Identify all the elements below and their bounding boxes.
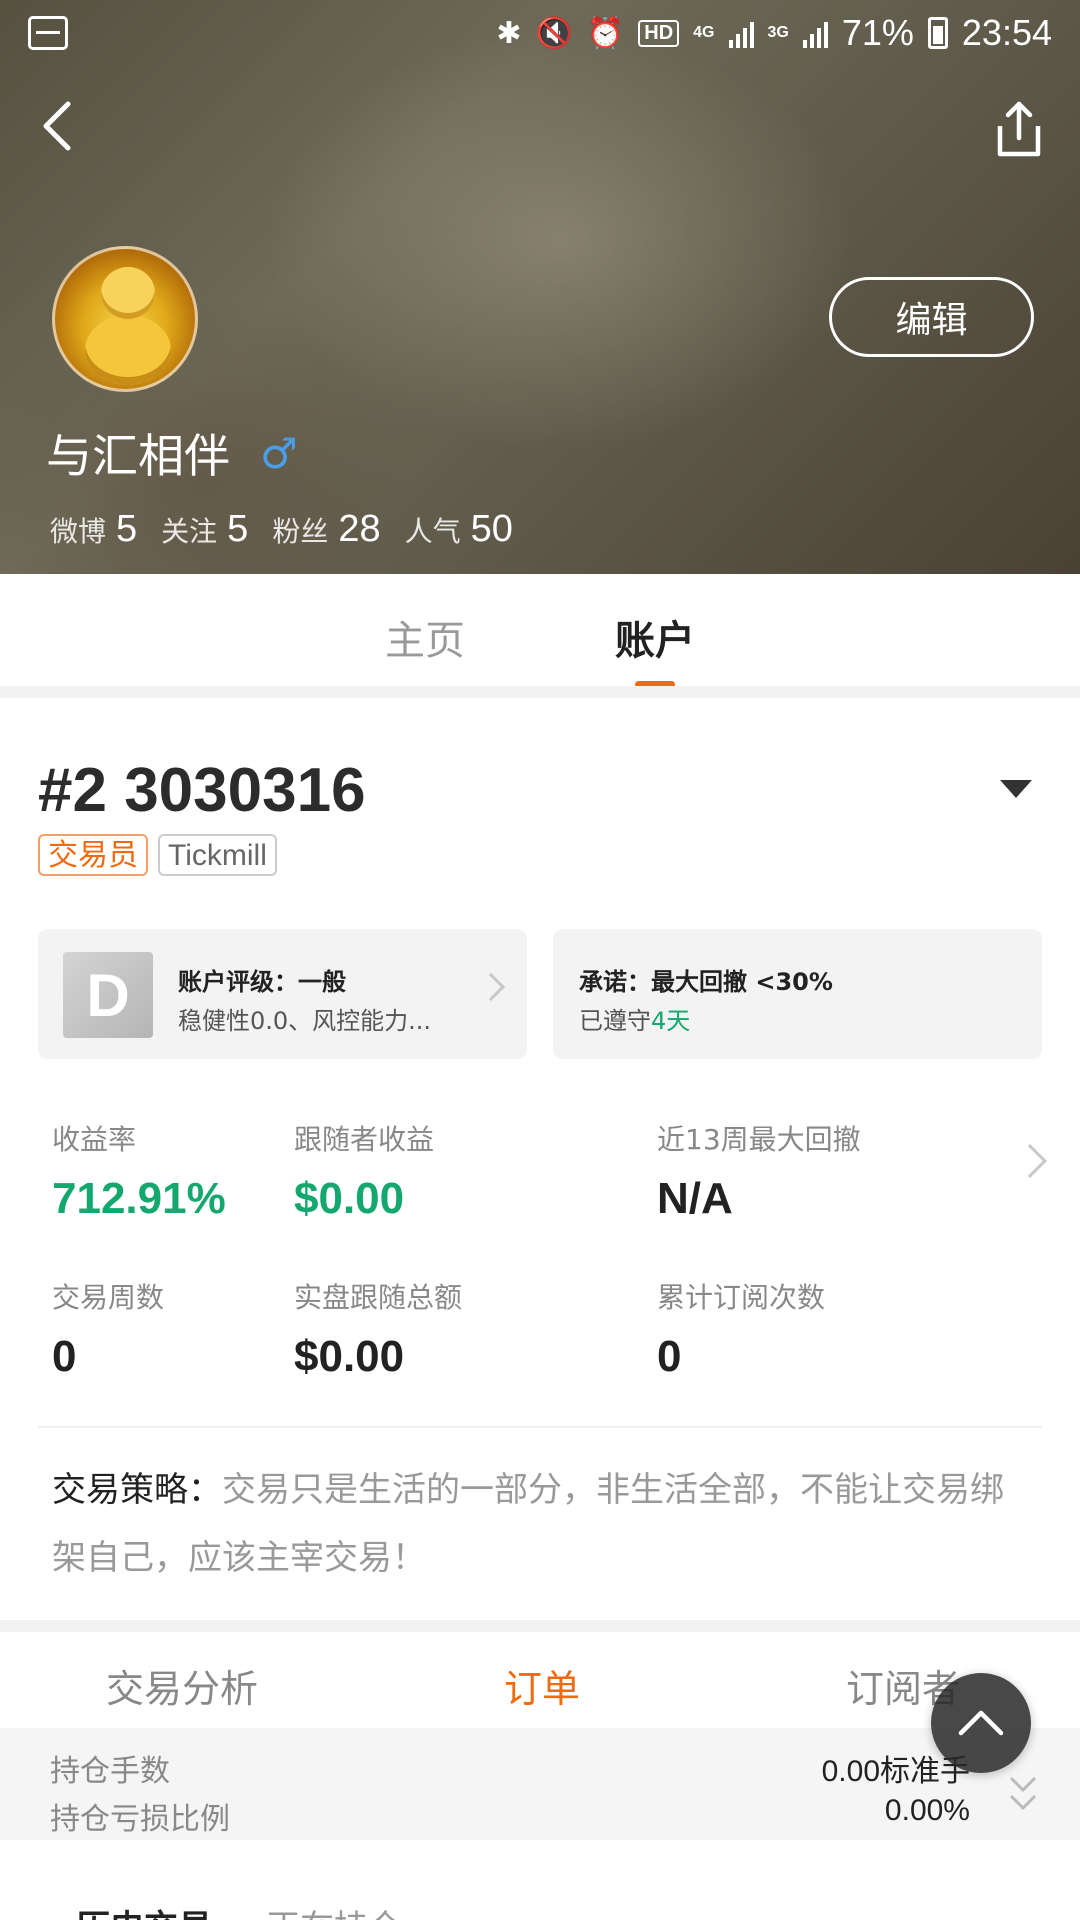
strategy-label: 交易策略： <box>52 1470 222 1510</box>
male-gender-icon: ♂ <box>260 428 298 478</box>
alarm-icon: ⏰ <box>586 16 625 50</box>
metric-value: 712.91% <box>52 1174 226 1223</box>
metric-label: 实盘跟随总额 <box>294 1281 463 1314</box>
metric-value: $0.00 <box>294 1174 405 1223</box>
stat-following[interactable]: 关注 5 <box>161 508 248 551</box>
position-summary: 持仓手数 0.00标准手 持仓亏损比例 0.00% <box>0 1728 1080 1840</box>
rating-title: 账户评级：一般 <box>178 968 346 996</box>
bluetooth-icon: ✱ <box>496 16 522 50</box>
divider <box>38 1426 1042 1428</box>
stat-value: 28 <box>338 508 381 550</box>
account-cards: D 账户评级：一般 稳健性0.0、风控能力... 承诺：最大回撤 <30% 已遵… <box>38 929 1042 1059</box>
username: 与汇相伴 <box>46 429 230 483</box>
share-button[interactable] <box>992 100 1046 160</box>
account-tags: 交易员 Tickmill <box>38 834 277 876</box>
divider <box>0 686 1080 698</box>
share-icon <box>997 101 1041 157</box>
summary-label: 持仓亏损比例 <box>50 1802 230 1837</box>
metric-label: 近13周最大回撤 <box>657 1123 861 1156</box>
stat-weibo[interactable]: 微博 5 <box>50 508 137 551</box>
divider <box>0 1620 1080 1632</box>
commitment-card: 承诺：最大回撤 <30% 已遵守4天 <box>553 929 1042 1059</box>
tab-home[interactable]: 主页 <box>385 574 465 686</box>
avatar[interactable] <box>52 246 198 392</box>
metric-label: 累计订阅次数 <box>657 1281 826 1314</box>
broker-tag: Tickmill <box>158 834 277 876</box>
stat-label: 粉丝 <box>272 515 329 548</box>
hd-icon: HD <box>638 19 680 47</box>
metric-value: N/A <box>657 1174 733 1223</box>
network-3g-label: 3G <box>767 24 789 41</box>
account-dropdown-icon[interactable] <box>1000 780 1032 798</box>
summary-value: 0.00% <box>884 1794 970 1827</box>
back-button[interactable] <box>30 96 90 156</box>
chevron-right-icon[interactable] <box>1013 1144 1047 1178</box>
summary-row-lots: 持仓手数 0.00标准手 <box>50 1746 970 1790</box>
metric-return-rate: 收益率 712.91% <box>52 1118 226 1224</box>
tab-account[interactable]: 账户 <box>615 574 695 686</box>
metric-value: $0.00 <box>294 1332 405 1381</box>
grade-badge: D <box>63 952 153 1038</box>
username-row: 与汇相伴 ♂ <box>46 420 298 486</box>
stat-popularity[interactable]: 人气 50 <box>405 508 513 551</box>
commitment-prefix: 已遵守 <box>579 1007 651 1035</box>
stat-value: 5 <box>116 508 138 550</box>
chevron-right-icon <box>476 972 506 1002</box>
tab-trade-analysis[interactable]: 交易分析 <box>106 1658 258 1713</box>
stat-label: 人气 <box>404 515 461 548</box>
metric-value: 0 <box>657 1332 682 1381</box>
status-bar: ✱ 🔇 ⏰ HD 4G 3G 71% 23:54 <box>0 0 1080 66</box>
network-4g-label: 4G <box>693 24 715 41</box>
metric-follow-total: 实盘跟随总额 $0.00 <box>294 1276 462 1382</box>
chevron-up-icon <box>958 1710 1004 1736</box>
metric-label: 交易周数 <box>52 1281 165 1314</box>
tab-open-positions[interactable]: 正在持仓 <box>266 1900 402 1920</box>
trader-tag: 交易员 <box>38 834 148 876</box>
signal-icon <box>802 18 828 48</box>
edit-profile-button[interactable]: 编辑 <box>829 277 1034 357</box>
main-tabs: 主页 账户 <box>0 574 1080 686</box>
profile-header: ✱ 🔇 ⏰ HD 4G 3G 71% 23:54 编辑 与汇相伴 ♂ 微博 5 <box>0 0 1080 574</box>
metric-max-drawdown: 近13周最大回撤 N/A <box>657 1118 861 1224</box>
history-tabs: 历史交易 正在持仓 <box>76 1900 402 1920</box>
stat-value: 50 <box>470 508 513 550</box>
trading-strategy: 交易策略：交易只是生活的一部分，非生活全部，不能让交易绑架自己，应该主宰交易！ <box>52 1456 1012 1592</box>
stat-label: 微博 <box>50 515 107 548</box>
tab-trade-history[interactable]: 历史交易 <box>76 1900 212 1920</box>
activity-icon <box>28 16 68 50</box>
tab-orders[interactable]: 订单 <box>504 1658 580 1713</box>
commitment-subtitle: 已遵守4天 <box>579 1001 690 1036</box>
battery-icon <box>927 17 948 49</box>
account-id: #2 3030316 <box>38 756 366 825</box>
summary-row-loss-ratio: 持仓亏损比例 0.00% <box>50 1794 970 1838</box>
metric-label: 收益率 <box>52 1123 137 1156</box>
sub-tabs: 交易分析 订单 订阅者 <box>0 1632 1080 1728</box>
metric-value: 0 <box>52 1332 77 1381</box>
rating-card[interactable]: D 账户评级：一般 稳健性0.0、风控能力... <box>38 929 527 1059</box>
profile-stats: 微博 5 关注 5 粉丝 28 人气 50 <box>50 508 513 551</box>
scroll-to-top-button[interactable] <box>931 1673 1031 1773</box>
signal-icon <box>728 18 754 48</box>
stat-followers[interactable]: 粉丝 28 <box>272 508 380 551</box>
metric-follower-return: 跟随者收益 $0.00 <box>294 1118 434 1224</box>
metric-label: 跟随者收益 <box>294 1123 435 1156</box>
mute-icon: 🔇 <box>535 16 573 50</box>
commitment-title: 承诺：最大回撤 <30% <box>579 968 833 996</box>
metric-subscription-count: 累计订阅次数 0 <box>657 1276 825 1382</box>
clock-time: 23:54 <box>961 12 1052 53</box>
battery-percent: 71% <box>841 12 914 53</box>
summary-label: 持仓手数 <box>50 1754 170 1789</box>
rating-subtitle: 稳健性0.0、风控能力... <box>178 1007 432 1035</box>
expand-down-icon[interactable] <box>1008 1772 1038 1816</box>
stat-label: 关注 <box>161 515 218 548</box>
commitment-days: 4天 <box>651 1007 691 1035</box>
metric-trading-weeks: 交易周数 0 <box>52 1276 164 1382</box>
stat-value: 5 <box>227 508 249 550</box>
back-arrow-icon <box>43 101 71 151</box>
